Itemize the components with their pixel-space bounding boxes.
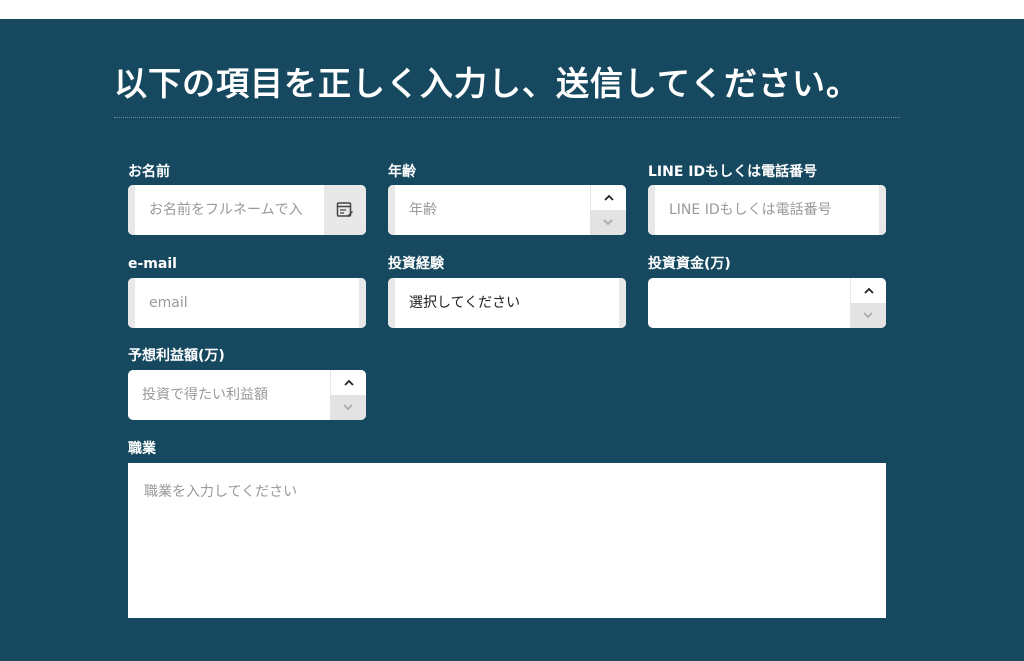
funds-field-wrapper bbox=[648, 278, 886, 328]
occupation-label: 職業 bbox=[128, 441, 156, 457]
funds-stepper bbox=[850, 278, 886, 328]
chevron-down-icon bbox=[603, 219, 613, 226]
chevron-up-icon bbox=[343, 379, 354, 386]
funds-label: 投資資金(万) bbox=[648, 256, 731, 272]
contact-card-icon bbox=[336, 202, 353, 217]
age-input[interactable] bbox=[395, 185, 590, 235]
email-label: e-mail bbox=[128, 256, 177, 272]
email-input[interactable] bbox=[135, 278, 359, 328]
expected-profit-decrement-button[interactable] bbox=[330, 395, 366, 420]
name-input[interactable] bbox=[135, 185, 324, 235]
expected-profit-increment-button[interactable] bbox=[330, 370, 366, 395]
chevron-up-icon bbox=[603, 194, 614, 201]
email-field-wrapper bbox=[128, 278, 366, 328]
line-id-field-wrapper bbox=[648, 185, 886, 235]
occupation-textarea[interactable] bbox=[128, 463, 886, 618]
age-label: 年齢 bbox=[388, 164, 416, 180]
name-autofill-button[interactable] bbox=[324, 185, 366, 235]
form-heading: 以下の項目を正しく入力し、送信してください。 bbox=[114, 64, 861, 103]
age-decrement-button[interactable] bbox=[590, 210, 626, 235]
experience-label: 投資経験 bbox=[388, 256, 444, 272]
funds-input[interactable] bbox=[648, 278, 850, 328]
expected-profit-label: 予想利益額(万) bbox=[128, 348, 225, 364]
age-increment-button[interactable] bbox=[590, 185, 626, 210]
funds-decrement-button[interactable] bbox=[850, 303, 886, 328]
expected-profit-input[interactable] bbox=[128, 370, 330, 420]
experience-select[interactable]: 選択してください bbox=[388, 278, 626, 328]
chevron-up-icon bbox=[863, 287, 874, 294]
name-label: お名前 bbox=[128, 164, 170, 180]
line-id-label: LINE IDもしくは電話番号 bbox=[648, 164, 818, 180]
expected-profit-stepper bbox=[330, 370, 366, 420]
heading-divider bbox=[114, 117, 900, 118]
funds-increment-button[interactable] bbox=[850, 278, 886, 303]
name-field-wrapper bbox=[128, 185, 366, 235]
chevron-down-icon bbox=[343, 404, 353, 411]
line-id-input[interactable] bbox=[655, 185, 879, 235]
expected-profit-field-wrapper bbox=[128, 370, 366, 420]
experience-selected-value: 選択してください bbox=[409, 295, 521, 311]
occupation-field-wrapper bbox=[128, 463, 886, 618]
age-field-wrapper bbox=[388, 185, 626, 235]
age-stepper bbox=[590, 185, 626, 235]
chevron-down-icon bbox=[863, 312, 873, 319]
